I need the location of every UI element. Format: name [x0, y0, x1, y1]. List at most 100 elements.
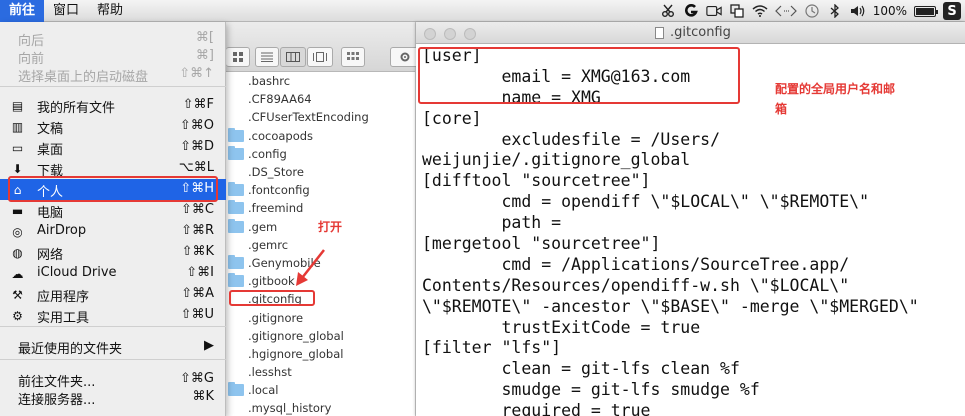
go-menu-item-shortcut: ⇧⌘D: [180, 139, 214, 154]
go-menu-item[interactable]: ▬ 电脑 ⇧⌘C: [0, 200, 226, 221]
go-menu-item[interactable]: 连接服务器... ⌘K: [0, 387, 226, 408]
time-machine-icon[interactable]: [804, 3, 820, 19]
code-line: excludesfile = /Users/: [422, 129, 721, 149]
code-line: [core]: [422, 108, 482, 128]
battery-icon[interactable]: [914, 5, 938, 17]
menu-window[interactable]: 窗口: [44, 0, 88, 22]
go-menu-item[interactable]: ▥ 文稿 ⇧⌘O: [0, 116, 226, 137]
finder-file-row[interactable]: .cocoapods: [226, 127, 416, 145]
code-line: cmd = /Applications/SourceTree.app/: [422, 254, 850, 274]
finder-file-row[interactable]: .fontconfig: [226, 181, 416, 199]
finder-file-row[interactable]: .freemind: [226, 199, 416, 217]
folder-icon: [228, 273, 244, 288]
finder-file-row[interactable]: .lesshst: [226, 363, 416, 381]
network-icon: ◍: [12, 245, 23, 260]
code-line: smudge = git-lfs smudge %f: [422, 380, 760, 400]
finder-file-name: .gem: [248, 219, 278, 234]
code-brackets-icon[interactable]: [774, 3, 797, 19]
volume-icon[interactable]: [850, 3, 866, 19]
finder-file-name: .lesshst: [248, 365, 292, 380]
go-menu-item[interactable]: ⚙ 实用工具 ⇧⌘U: [0, 305, 226, 326]
battery-percent: 100%: [872, 4, 907, 18]
finder-file-name: .CF89AA64: [248, 92, 312, 107]
finder-file-row[interactable]: .CFUserTextEncoding: [226, 108, 416, 126]
go-menu-item[interactable]: ◎ AirDrop ⇧⌘R: [0, 221, 226, 242]
menu-separator: [0, 359, 226, 360]
annotation-config-note-1: 配置的全局用户名和邮: [775, 82, 896, 96]
finder-file-name: .hgignore_global: [248, 346, 344, 361]
finder-file-row[interactable]: .local: [226, 381, 416, 399]
code-line: clean = git-lfs clean %f: [422, 359, 740, 379]
code-line: weijunjie/.gitignore_global: [422, 150, 691, 170]
highlight-gitconfig-file: [229, 290, 315, 306]
view-list-button[interactable]: [255, 47, 279, 67]
go-menu-item[interactable]: ▤ 我的所有文件 ⇧⌘F: [0, 95, 226, 116]
go-menu-item-label: 文稿: [37, 122, 64, 137]
view-column-button[interactable]: [280, 47, 306, 67]
go-menu-item-shortcut: ⌥⌘L: [178, 160, 214, 175]
view-gallery-button[interactable]: [307, 47, 333, 67]
editor-title: .gitconfig: [670, 25, 731, 40]
finder-file-name: .gitignore: [248, 310, 304, 325]
go-menu-item-shortcut: ⇧⌘K: [181, 244, 214, 259]
folder-icon: [228, 182, 244, 197]
go-menu-item[interactable]: ☁ iCloud Drive ⇧⌘I: [0, 263, 226, 284]
finder-file-name: .local: [248, 383, 279, 398]
sync-icon[interactable]: [729, 3, 745, 19]
finder-file-row[interactable]: .DS_Store: [226, 163, 416, 181]
code-line: [mergetool "sourcetree"]: [422, 234, 661, 254]
finder-file-row[interactable]: .bashrc: [226, 72, 416, 90]
go-menu-item-label: 连接服务器...: [18, 393, 96, 408]
finder-file-name: .CFUserTextEncoding: [248, 110, 369, 125]
go-menu-item-label: 应用程序: [37, 290, 90, 305]
wifi-icon[interactable]: [752, 3, 768, 19]
finder-file-name: .gitbook: [248, 274, 295, 289]
finder-file-row[interactable]: .CF89AA64: [226, 90, 416, 108]
finder-file-row[interactable]: .config: [226, 145, 416, 163]
g-app-icon[interactable]: [683, 3, 699, 19]
finder-file-name: .gitignore_global: [248, 328, 344, 343]
finder-file-row[interactable]: .mysql_history: [226, 399, 416, 416]
go-menu-item[interactable]: ⚒ 应用程序 ⇧⌘A: [0, 284, 226, 305]
folder-icon: [228, 127, 244, 142]
go-menu-item[interactable]: ◍ 网络 ⇧⌘K: [0, 242, 226, 263]
highlight-home-box: [8, 176, 218, 202]
zoom-button[interactable]: [464, 28, 476, 40]
close-button[interactable]: [424, 28, 436, 40]
finder-file-row[interactable]: .gitignore_global: [226, 327, 416, 345]
go-menu-item-shortcut: ⇧⌘A: [181, 286, 214, 301]
finder-toolbar: [226, 22, 420, 72]
go-menu-item-label: 实用工具: [37, 311, 90, 326]
go-menu-item[interactable]: 最近使用的文件夹 ▶: [0, 336, 226, 357]
utilities-icon: ⚙: [12, 308, 23, 323]
go-menu-dropdown: 向后 ⌘[向前 ⌘] 选择桌面上的启动磁盘 ⇧⌘↑ ▤ 我的所有文件 ⇧⌘F ▥ 文稿 ⇧⌘O ▭ 桌面…: [0, 22, 226, 416]
app-logo-icon[interactable]: S: [943, 2, 961, 20]
finder-file-row[interactable]: .gitignore: [226, 308, 416, 326]
scissors-icon[interactable]: [660, 3, 676, 19]
finder-file-name: .freemind: [248, 201, 304, 216]
go-menu-item[interactable]: ▭ 桌面 ⇧⌘D: [0, 137, 226, 158]
finder-file-row[interactable]: .hgignore_global: [226, 345, 416, 363]
finder-file-name: .fontconfig: [248, 183, 310, 198]
applications-icon: ⚒: [12, 287, 23, 302]
code-line: [filter "lfs"]: [422, 338, 562, 358]
menu-go[interactable]: 前往: [0, 0, 45, 22]
facetime-icon[interactable]: [705, 3, 722, 19]
bluetooth-icon[interactable]: [827, 3, 843, 19]
menu-bar: 前往 窗口 帮助 100% S: [0, 0, 965, 22]
view-icon-button[interactable]: [226, 47, 250, 67]
go-menu-item-shortcut: ⌘K: [192, 389, 214, 404]
arrange-button[interactable]: [341, 47, 365, 67]
all-files-icon: ▤: [11, 98, 24, 113]
code-line: [difftool "sourcetree"]: [422, 171, 651, 191]
download-icon: ⬇: [12, 161, 23, 176]
folder-icon: [228, 218, 244, 233]
go-menu-item-shortcut: ⇧⌘↑: [179, 66, 214, 81]
folder-icon: [228, 200, 244, 215]
minimize-button[interactable]: [444, 28, 456, 40]
menu-help[interactable]: 帮助: [88, 0, 132, 22]
annotation-config-note-2: 箱: [775, 102, 788, 116]
go-menu-item-shortcut: ⌘[: [195, 30, 214, 45]
go-menu-item-shortcut: ⇧⌘I: [186, 265, 214, 280]
finder-file-name: .mysql_history: [248, 401, 332, 416]
